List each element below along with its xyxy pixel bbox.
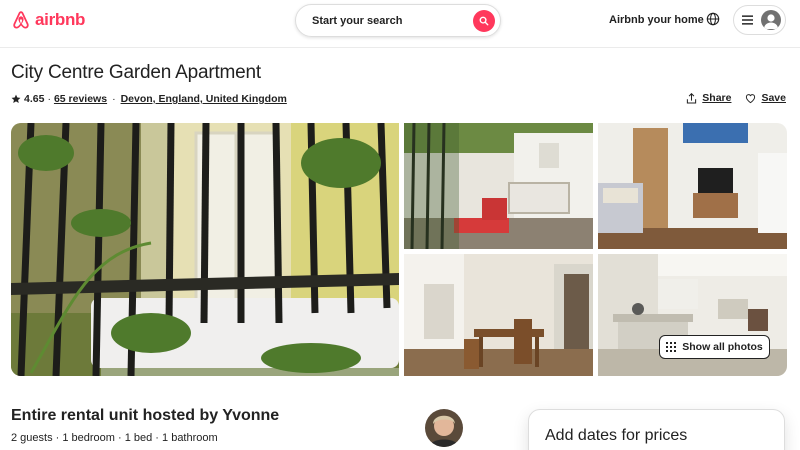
search-button[interactable] — [473, 10, 495, 32]
dining-photo[interactable] — [404, 254, 593, 376]
host-avatar[interactable] — [425, 409, 463, 447]
user-avatar-icon — [761, 10, 781, 30]
star-icon — [11, 94, 21, 103]
grid-icon — [666, 342, 677, 352]
hamburger-menu-icon — [742, 15, 753, 25]
patio-photo[interactable] — [404, 123, 593, 249]
living-room-photo[interactable] — [598, 123, 787, 249]
listing-details: 2 guests · 1 bedroom · 1 bed · 1 bathroo… — [11, 432, 218, 444]
show-all-photos-button[interactable]: Show all photos — [659, 335, 770, 359]
share-icon — [687, 92, 697, 103]
main-photo[interactable] — [11, 123, 399, 376]
user-menu-button[interactable] — [733, 5, 786, 35]
rating-separator: · — [47, 93, 51, 105]
show-all-label: Show all photos — [682, 341, 763, 353]
meta-separator: · — [112, 93, 116, 105]
share-button[interactable]: Share — [686, 92, 731, 104]
rating-value: 4.65 — [24, 93, 45, 105]
share-label: Share — [702, 92, 732, 104]
search-bar[interactable]: Start your search — [295, 4, 501, 37]
airbnb-logo[interactable]: airbnb — [11, 9, 85, 31]
heart-icon — [746, 93, 756, 103]
booking-card: Add dates for prices — [528, 409, 785, 450]
add-dates-title: Add dates for prices — [545, 427, 688, 444]
airbnb-logo-icon — [13, 11, 29, 29]
save-button[interactable]: Save — [745, 92, 786, 104]
search-icon — [479, 16, 489, 26]
location-link[interactable]: Devon, England, United Kingdom — [121, 93, 287, 105]
globe-icon[interactable] — [706, 12, 720, 26]
airbnb-your-home-link[interactable]: Airbnb your home — [609, 12, 704, 28]
listing-actions: Share Save — [686, 92, 786, 104]
listing-meta: 4.65 · 65 reviews · Devon, England, Unit… — [11, 92, 287, 106]
reviews-link[interactable]: 65 reviews — [54, 93, 107, 105]
top-header: airbnb Start your search Airbnb your hom… — [0, 0, 800, 48]
listing-title: City Centre Garden Apartment — [11, 62, 261, 83]
logo-text: airbnb — [35, 10, 86, 29]
listing-subtitle: Entire rental unit hosted by Yvonne — [11, 407, 280, 424]
save-label: Save — [761, 92, 786, 104]
search-placeholder: Start your search — [312, 14, 403, 27]
